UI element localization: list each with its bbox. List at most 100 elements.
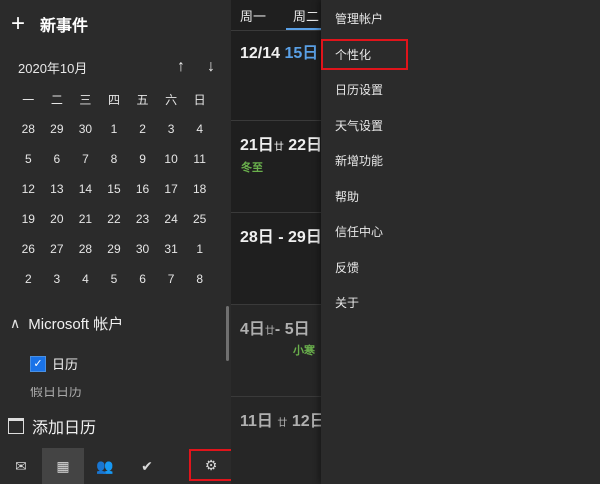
menu-item-trust-center[interactable]: 信任中心 (335, 222, 383, 242)
date-label: 21日 (240, 137, 274, 154)
date-cell[interactable]: 2 (128, 122, 157, 136)
day-header: 周一 (240, 9, 267, 24)
week-row[interactable]: 28日 - 29日 (231, 212, 321, 305)
checkbox-checked-icon[interactable]: ✓ (30, 355, 46, 372)
arrow-up-icon[interactable]: ↑ (174, 58, 188, 76)
menu-item-manage-accounts[interactable]: 管理帐户 (335, 9, 383, 29)
menu-item-about[interactable]: 关于 (335, 293, 359, 313)
date-label: 29日 (288, 229, 321, 246)
date-label: 5日 (284, 321, 310, 338)
date-cell[interactable]: 13 (43, 182, 72, 196)
people-icon: 👥 (96, 457, 114, 474)
menu-item-whats-new[interactable]: 新增功能 (335, 151, 383, 171)
date-cell[interactable]: 28 (71, 242, 100, 256)
week-row[interactable]: 12/14 15日 (231, 30, 321, 121)
date-cell[interactable]: 29 (100, 242, 129, 256)
festival-label: 冬至 (241, 162, 263, 174)
weekday-label: 日 (193, 92, 206, 107)
date-cell[interactable]: 23 (128, 212, 157, 226)
week-row[interactable]: 11日 廿 12日 (231, 396, 321, 484)
date-cell[interactable]: 12 (14, 182, 43, 196)
date-cell[interactable]: 10 (157, 152, 186, 166)
menu-item-calendar-settings[interactable]: 日历设置 (335, 80, 383, 100)
menu-item-feedback[interactable]: 反馈 (335, 258, 359, 278)
new-event-button[interactable]: + 新事件 (8, 8, 88, 40)
todo-button[interactable]: ✔ (126, 448, 168, 484)
lunar-label: 廿 (273, 142, 284, 153)
account-label: Microsoft 帐户 (28, 315, 124, 333)
today-date-label: 15日 (284, 45, 319, 62)
festival-label: 小寒 (293, 345, 315, 357)
calendar-add-icon (8, 418, 24, 434)
week-row[interactable]: 21日廿 22日 冬至 (231, 120, 321, 213)
date-cell[interactable]: 3 (157, 122, 186, 136)
settings-flyout: 管理帐户 个性化 日历设置 天气设置 新增功能 帮助 信任中心 反馈 关于 (321, 0, 600, 484)
date-cell[interactable]: 29 (43, 122, 72, 136)
week-row: 12 13 14 15 16 17 18 (14, 174, 214, 204)
week-row: 19 20 21 22 23 24 25 (14, 204, 214, 234)
date-cell[interactable]: 21 (71, 212, 100, 226)
date-cell[interactable]: 19 (14, 212, 43, 226)
checkmark-icon: ✔ (141, 457, 153, 474)
date-cell[interactable]: 1 (100, 122, 129, 136)
date-cell[interactable]: 9 (128, 152, 157, 166)
date-cell[interactable]: 8 (185, 272, 214, 286)
menu-item-personalization[interactable]: 个性化 (335, 45, 371, 65)
date-cell[interactable]: 4 (71, 272, 100, 286)
date-cell[interactable]: 31 (157, 242, 186, 256)
week-row[interactable]: 4日廿- 5日 小寒 (231, 304, 321, 397)
chevron-up-icon: ∧ (10, 314, 21, 331)
date-cell[interactable]: 28 (14, 122, 43, 136)
account-section-toggle[interactable]: ∧ Microsoft 帐户 (10, 311, 123, 335)
week-row: 26 27 28 29 30 31 1 (14, 234, 214, 264)
day-header-row: 周一 周二 (231, 0, 321, 30)
mail-button[interactable]: ✉ (0, 448, 42, 484)
app-switcher-bar: ✉ ▦ 👥 ✔ ⚙ (0, 448, 233, 484)
date-cell[interactable]: 4 (185, 122, 214, 136)
date-cell[interactable]: 20 (43, 212, 72, 226)
week-row: 28 29 30 1 2 3 4 (14, 114, 214, 144)
date-cell[interactable]: 8 (100, 152, 129, 166)
date-cell[interactable]: 25 (185, 212, 214, 226)
month-view: 周一 周二 12/14 15日 21日廿 22日 冬至 28日 - 29日 4日… (231, 0, 321, 484)
date-cell[interactable]: 11 (185, 152, 214, 166)
date-cell[interactable]: 5 (14, 152, 43, 166)
gear-icon: ⚙ (204, 456, 218, 473)
date-cell[interactable]: 24 (157, 212, 186, 226)
menu-item-help[interactable]: 帮助 (335, 187, 359, 207)
month-label[interactable]: 2020年10月 (18, 58, 87, 77)
date-cell[interactable]: 16 (128, 182, 157, 196)
menu-item-weather-settings[interactable]: 天气设置 (335, 116, 383, 136)
date-cell[interactable]: 14 (71, 182, 100, 196)
calendar-item[interactable]: ✓ 日历 (30, 354, 78, 373)
date-cell[interactable]: 22 (100, 212, 129, 226)
arrow-down-icon[interactable]: ↓ (204, 58, 218, 76)
date-cell[interactable]: 26 (14, 242, 43, 256)
date-cell[interactable]: 30 (71, 122, 100, 136)
date-cell[interactable]: 3 (43, 272, 72, 286)
left-pane: + 新事件 2020年10月 ↑ ↓ 一 二 三 四 五 六 日 28 29 3… (0, 0, 233, 484)
date-cell[interactable]: 27 (43, 242, 72, 256)
date-cell[interactable]: 30 (128, 242, 157, 256)
date-cell[interactable]: 6 (128, 272, 157, 286)
settings-button[interactable]: ⚙ (189, 449, 233, 481)
sidebar-scrollbar[interactable] (226, 306, 229, 361)
date-cell[interactable]: 5 (100, 272, 129, 286)
weekday-label: 三 (79, 92, 92, 107)
date-cell[interactable]: 7 (157, 272, 186, 286)
weekday-row: 一 二 三 四 五 六 日 (14, 84, 214, 114)
weekday-label: 二 (50, 92, 63, 107)
new-event-label: 新事件 (40, 18, 89, 35)
mini-calendar-header: 2020年10月 ↑ ↓ (18, 56, 218, 78)
people-button[interactable]: 👥 (84, 448, 126, 484)
date-label: 22日 (288, 137, 321, 154)
date-cell[interactable]: 2 (14, 272, 43, 286)
calendar-button[interactable]: ▦ (42, 448, 84, 484)
date-cell[interactable]: 7 (71, 152, 100, 166)
date-cell[interactable]: 6 (43, 152, 72, 166)
add-calendar-button[interactable]: 添加日历 (0, 404, 231, 448)
date-cell[interactable]: 1 (185, 242, 214, 256)
date-cell[interactable]: 15 (100, 182, 129, 196)
date-cell[interactable]: 18 (185, 182, 214, 196)
date-cell[interactable]: 17 (157, 182, 186, 196)
